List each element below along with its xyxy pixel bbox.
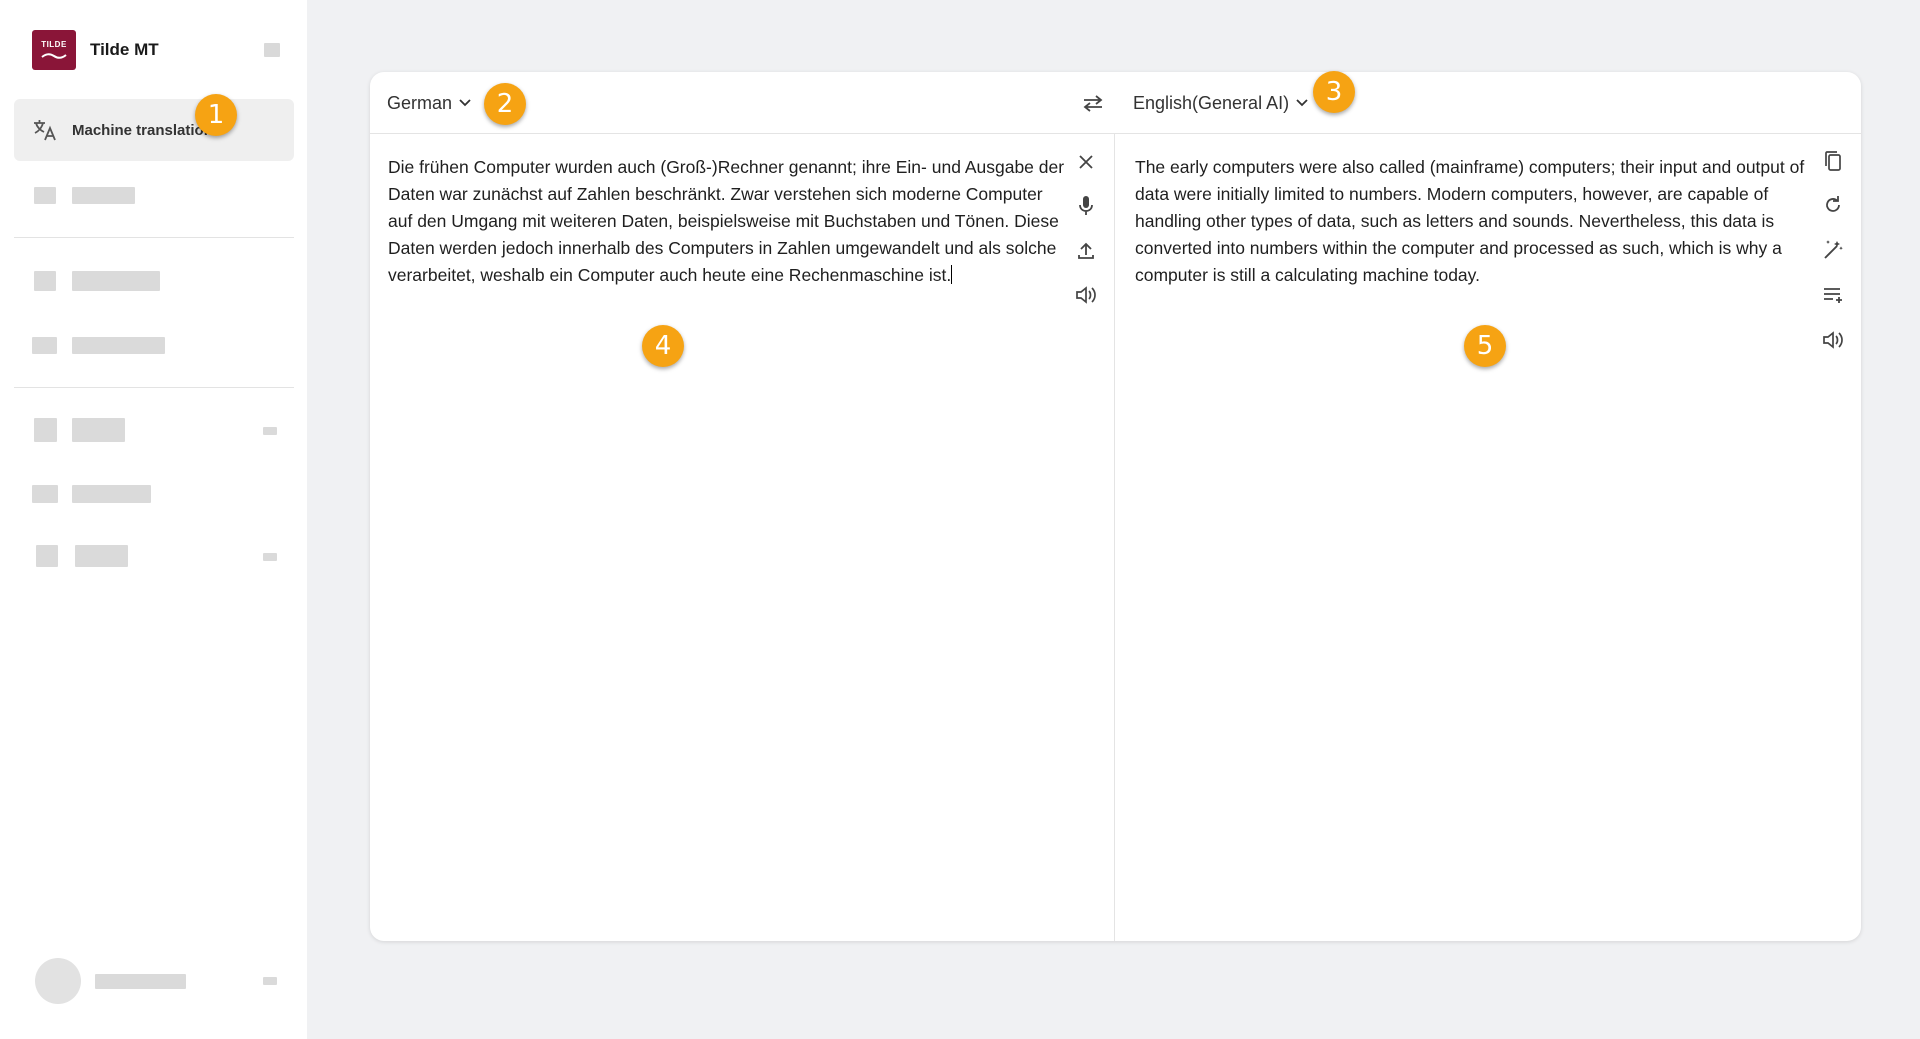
- panel-divider: [1114, 134, 1115, 941]
- language-bar: German English(General AI): [370, 72, 1861, 134]
- refresh-icon: [1826, 196, 1840, 212]
- clear-button[interactable]: [1072, 148, 1100, 176]
- sidebar-item-icon-placeholder: [32, 337, 57, 354]
- text-cursor: [951, 265, 953, 284]
- sidebar-item-placeholder[interactable]: [72, 485, 151, 503]
- callout-badge-2: 2: [484, 83, 526, 125]
- target-language-select[interactable]: English(General AI): [1133, 72, 1309, 134]
- sidebar-divider: [14, 387, 294, 388]
- source-text-input[interactable]: Die frühen Computer wurden auch (Groß-)R…: [388, 154, 1068, 289]
- sidebar-item-badge-placeholder: [263, 427, 277, 435]
- chevron-down-icon: [458, 98, 472, 108]
- translation-text: The early computers were also called (ma…: [1135, 157, 1805, 285]
- improve-translation-button[interactable]: [1819, 236, 1847, 264]
- close-icon: [1079, 155, 1093, 169]
- sidebar-divider: [14, 237, 294, 238]
- sidebar-collapse-button[interactable]: [264, 43, 280, 57]
- translate-icon: [32, 117, 58, 143]
- sidebar-item-placeholder[interactable]: [72, 187, 135, 204]
- target-speak-button[interactable]: [1819, 326, 1847, 354]
- sidebar-item-placeholder[interactable]: [72, 418, 125, 442]
- callout-badge-1: 1: [195, 94, 237, 136]
- sidebar-item-machine-translation[interactable]: Machine translation: [14, 99, 294, 161]
- copy-button[interactable]: [1819, 147, 1847, 175]
- target-language-label: English(General AI): [1133, 92, 1290, 113]
- speaker-icon: [1823, 331, 1843, 349]
- glossary-icon: [1824, 288, 1842, 303]
- swap-icon: [1083, 95, 1103, 112]
- callout-badge-5: 5: [1464, 325, 1506, 367]
- copy-icon: [1825, 151, 1841, 171]
- microphone-icon: [1079, 196, 1093, 215]
- tilde-logo: TILDE: [32, 30, 76, 70]
- sidebar-item-icon-placeholder: [34, 418, 57, 442]
- magic-wand-icon: [1824, 240, 1843, 259]
- source-language-label: German: [387, 92, 453, 113]
- sidebar-item-placeholder[interactable]: [72, 271, 160, 291]
- upload-button[interactable]: [1072, 237, 1100, 265]
- app-name: Tilde MT: [90, 40, 159, 59]
- sidebar-item-icon-placeholder: [36, 545, 58, 567]
- user-name-placeholder: [95, 974, 186, 989]
- translation-panel: German English(General AI) Die frühen Co…: [370, 72, 1861, 941]
- sidebar: TILDE Tilde MT Machine translation: [0, 0, 307, 1039]
- upload-icon: [1078, 242, 1094, 259]
- sidebar-item-icon-placeholder: [32, 485, 58, 503]
- avatar[interactable]: [35, 958, 81, 1004]
- chevron-down-icon: [1295, 98, 1309, 108]
- sidebar-item-icon-placeholder: [34, 271, 56, 291]
- retranslate-button[interactable]: [1819, 191, 1847, 219]
- speaker-icon: [1076, 286, 1096, 304]
- source-language-select[interactable]: German: [387, 72, 472, 134]
- source-speak-button[interactable]: [1072, 281, 1100, 309]
- microphone-button[interactable]: [1072, 192, 1100, 220]
- sidebar-item-placeholder[interactable]: [72, 337, 165, 354]
- sidebar-item-icon-placeholder: [34, 187, 56, 204]
- brand: TILDE Tilde MT: [32, 30, 159, 70]
- sidebar-item-badge-placeholder: [263, 553, 277, 561]
- callout-badge-4: 4: [642, 325, 684, 367]
- translation-output: The early computers were also called (ma…: [1135, 154, 1815, 289]
- source-text: Die frühen Computer wurden auch (Groß-)R…: [388, 157, 1065, 285]
- swap-languages-button[interactable]: [1079, 89, 1107, 117]
- sidebar-item-label: Machine translation: [72, 121, 213, 139]
- callout-badge-3: 3: [1313, 71, 1355, 113]
- glossary-button[interactable]: [1819, 281, 1847, 309]
- user-menu-placeholder[interactable]: [263, 977, 277, 985]
- sidebar-item-placeholder[interactable]: [75, 545, 128, 567]
